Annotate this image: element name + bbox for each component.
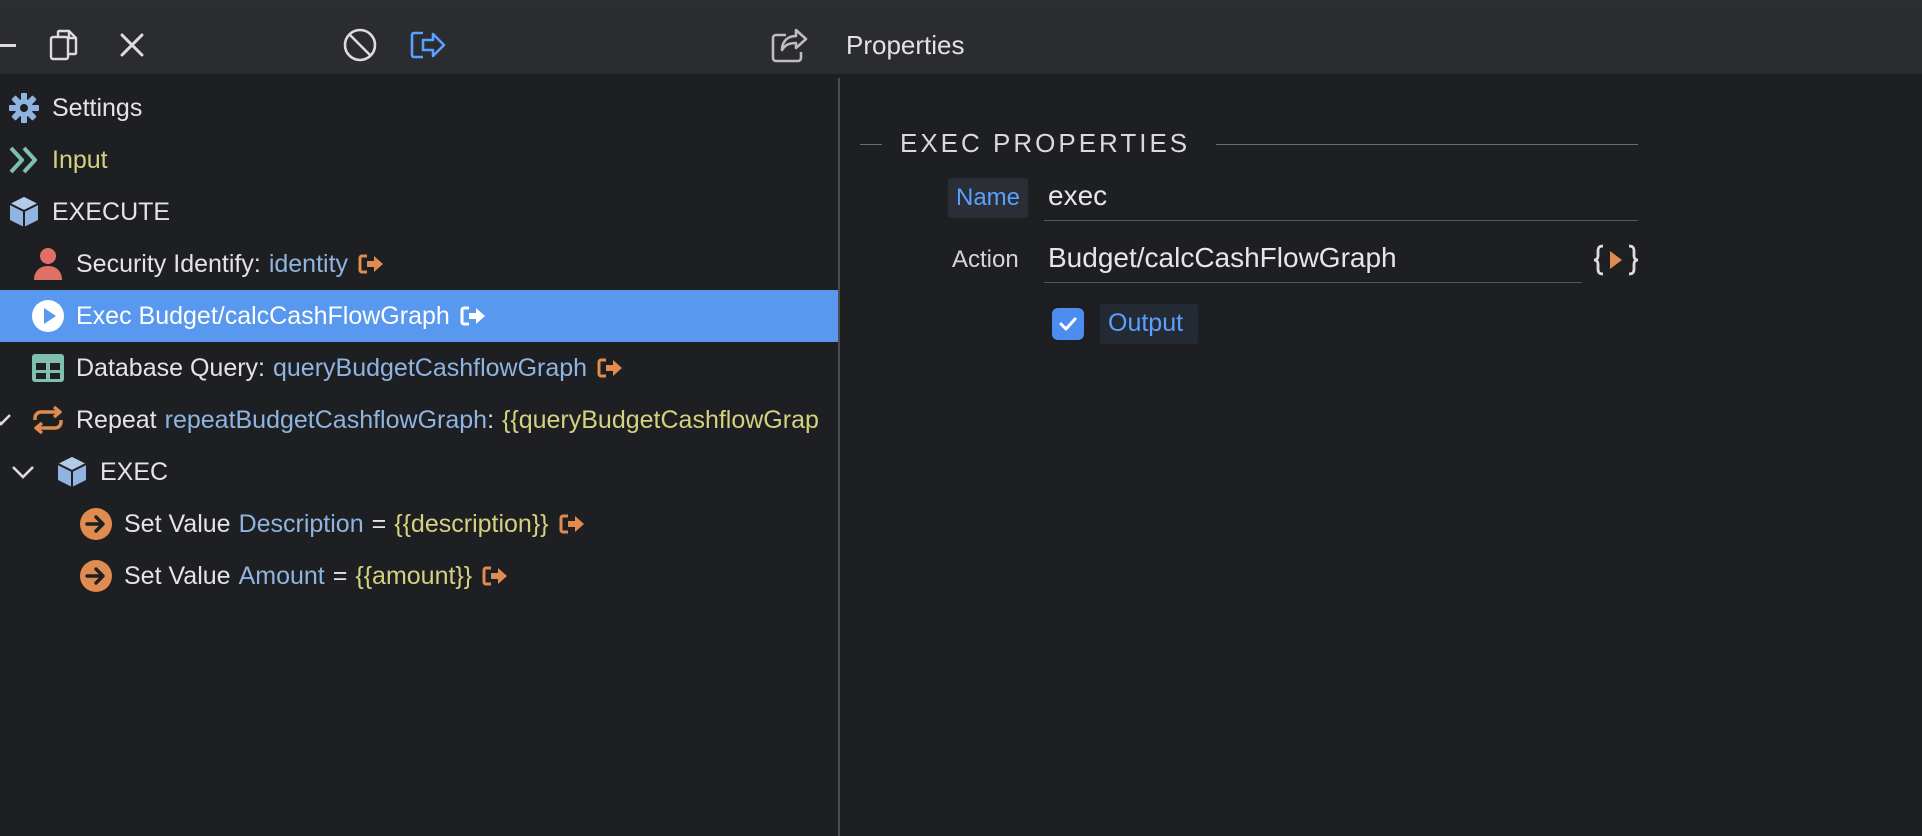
cube-icon xyxy=(6,194,42,230)
tree-item-set-value-amount[interactable]: Set Value Amount = {{amount}} xyxy=(0,550,838,602)
tree-item-label: Repeat xyxy=(76,405,157,434)
action-field[interactable]: Budget/calcCashFlowGraph xyxy=(1044,238,1582,283)
tree-item-database-query[interactable]: Database Query: queryBudgetCashflowGraph xyxy=(0,342,838,394)
cube-icon xyxy=(54,454,90,490)
tree-item-exec-budget[interactable]: Exec Budget/calcCashFlowGraph xyxy=(0,290,838,342)
section-rule xyxy=(860,144,882,145)
tree-item-label: Security Identify: xyxy=(76,249,261,278)
section-title: EXEC PROPERTIES xyxy=(900,128,1191,158)
chevron-down-icon[interactable] xyxy=(0,405,16,435)
table-icon xyxy=(30,350,66,386)
chevron-down-icon[interactable] xyxy=(8,457,38,487)
window-top-border xyxy=(0,0,1922,15)
tree-item-label: Database Query: xyxy=(76,353,265,382)
tree-item-exec[interactable]: EXEC xyxy=(0,446,838,498)
tree-panel: Settings Input EXECUTE Security Identify… xyxy=(0,74,838,836)
tree-item-value: repeatBudgetCashflowGraph xyxy=(164,405,488,434)
close-icon[interactable] xyxy=(112,28,152,62)
tree-item-label: Input xyxy=(52,145,108,174)
properties-panel-title: Properties xyxy=(846,30,965,60)
tree-item-security-identify[interactable]: Security Identify: identity xyxy=(0,238,838,290)
output-checkbox[interactable] xyxy=(1052,308,1084,340)
goto-icon[interactable] xyxy=(559,513,585,535)
tree-item-label: Set Value xyxy=(124,509,231,538)
tree-item-expression: {{queryBudgetCashflowGrap xyxy=(502,405,819,434)
tree-item-separator: = xyxy=(332,561,348,590)
user-icon xyxy=(30,246,66,282)
export-icon[interactable] xyxy=(408,28,448,62)
copy-icon[interactable] xyxy=(44,28,84,62)
play-circle-icon xyxy=(30,298,66,334)
goto-icon[interactable] xyxy=(597,357,623,379)
tree-item-value: identity xyxy=(268,249,349,278)
tree-item-input[interactable]: Input xyxy=(0,134,838,186)
tree-item-expression: {{description}} xyxy=(394,509,549,538)
tree-item-expression: {{amount}} xyxy=(355,561,473,590)
tree-item-settings[interactable]: Settings xyxy=(0,82,838,134)
arrow-circle-right-icon xyxy=(78,506,114,542)
repeat-icon xyxy=(30,402,66,438)
goto-icon[interactable] xyxy=(358,253,384,275)
tree-item-label: EXEC xyxy=(100,457,169,486)
action-label: Action xyxy=(952,246,1019,273)
share-icon[interactable] xyxy=(770,28,810,63)
disable-icon[interactable] xyxy=(340,28,380,62)
tree-item-label: Settings xyxy=(52,93,143,122)
section-rule xyxy=(1216,144,1638,145)
tree-item-label: Set Value xyxy=(124,561,231,590)
double-chevron-right-icon xyxy=(6,142,42,178)
properties-panel: EXEC PROPERTIES Name exec Action Budget/… xyxy=(840,74,1922,836)
tree-item-repeat[interactable]: Repeat repeatBudgetCashflowGraph : {{que… xyxy=(0,394,838,446)
minus-icon[interactable] xyxy=(0,28,26,62)
tree-item-value: Description xyxy=(238,509,364,538)
name-field[interactable]: exec xyxy=(1044,176,1638,221)
tree-item-label: Exec Budget/calcCashFlowGraph xyxy=(76,301,450,330)
goto-icon[interactable] xyxy=(482,565,508,587)
tree-item-label: EXECUTE xyxy=(52,197,171,226)
gear-icon xyxy=(6,90,42,126)
name-label: Name xyxy=(956,184,1021,211)
tree-item-set-value-description[interactable]: Set Value Description = {{description}} xyxy=(0,498,838,550)
toolbar: Properties xyxy=(0,14,1922,74)
tree-item-value: queryBudgetCashflowGraph xyxy=(273,353,588,382)
output-label[interactable]: Output xyxy=(1108,309,1183,338)
goto-icon[interactable] xyxy=(460,305,486,327)
tree-item-separator: = xyxy=(371,509,387,538)
expression-editor-button[interactable] xyxy=(1592,240,1640,280)
tree-item-execute[interactable]: EXECUTE xyxy=(0,186,838,238)
tree-item-separator: : xyxy=(487,405,495,434)
tree-item-value: Amount xyxy=(238,561,325,590)
arrow-circle-right-icon xyxy=(78,558,114,594)
